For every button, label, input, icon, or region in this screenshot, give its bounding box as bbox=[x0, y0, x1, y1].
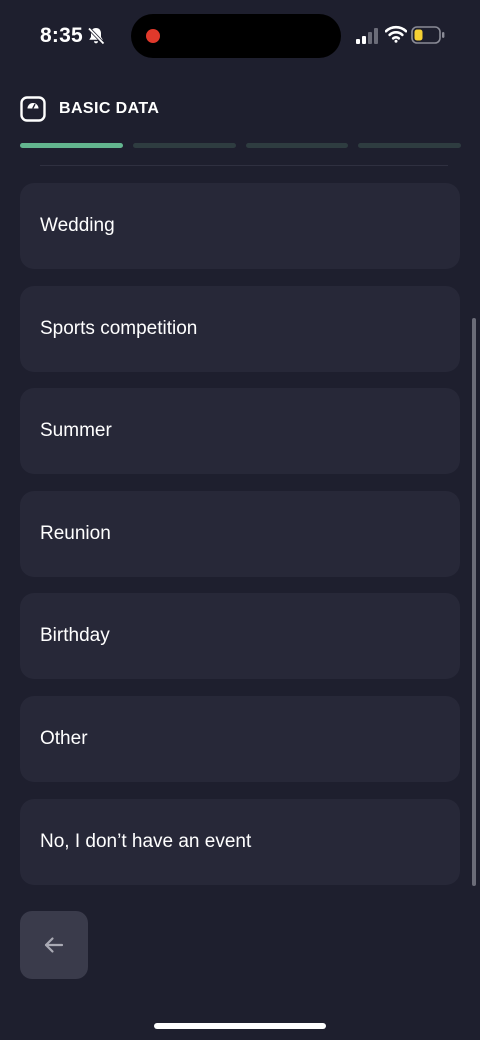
divider bbox=[40, 165, 448, 166]
option-label: Reunion bbox=[40, 522, 111, 544]
scrollbar[interactable] bbox=[472, 318, 476, 886]
option-other[interactable]: Other bbox=[20, 695, 460, 782]
progress-segment bbox=[20, 143, 123, 148]
scale-icon bbox=[20, 96, 46, 122]
option-birthday[interactable]: Birthday bbox=[20, 593, 460, 680]
option-summer[interactable]: Summer bbox=[20, 388, 460, 475]
event-options-list: Wedding Sports competition Summer Reunio… bbox=[20, 183, 460, 901]
recording-dot-icon bbox=[146, 29, 160, 43]
option-wedding[interactable]: Wedding bbox=[20, 183, 460, 269]
home-indicator[interactable] bbox=[154, 1023, 326, 1029]
status-time: 8:35 bbox=[40, 24, 83, 47]
progress-segment bbox=[358, 143, 461, 148]
option-no-event[interactable]: No, I don’t have an event bbox=[20, 798, 460, 885]
signal-icon bbox=[356, 28, 378, 44]
screen: 8:35 BASIC DATA Wedding Sports competiti… bbox=[0, 0, 480, 1040]
dynamic-island bbox=[131, 14, 341, 58]
bell-off-icon bbox=[87, 27, 105, 45]
option-label: Summer bbox=[40, 420, 112, 442]
header: BASIC DATA bbox=[20, 94, 159, 124]
option-reunion[interactable]: Reunion bbox=[20, 490, 460, 577]
option-label: Birthday bbox=[40, 625, 110, 647]
battery-icon bbox=[411, 26, 445, 44]
option-label: Sports competition bbox=[40, 317, 198, 339]
wifi-icon bbox=[385, 25, 407, 43]
back-button[interactable] bbox=[20, 911, 88, 979]
option-label: No, I don’t have an event bbox=[40, 830, 252, 852]
status-bar: 8:35 bbox=[0, 0, 480, 72]
arrow-left-icon bbox=[44, 937, 64, 953]
page-title: BASIC DATA bbox=[59, 100, 160, 117]
progress-segment bbox=[245, 143, 349, 148]
step-progress bbox=[20, 143, 461, 148]
progress-segment bbox=[132, 143, 236, 148]
option-label: Wedding bbox=[40, 215, 115, 236]
option-sports-competition[interactable]: Sports competition bbox=[20, 285, 460, 372]
option-label: Other bbox=[40, 727, 88, 749]
